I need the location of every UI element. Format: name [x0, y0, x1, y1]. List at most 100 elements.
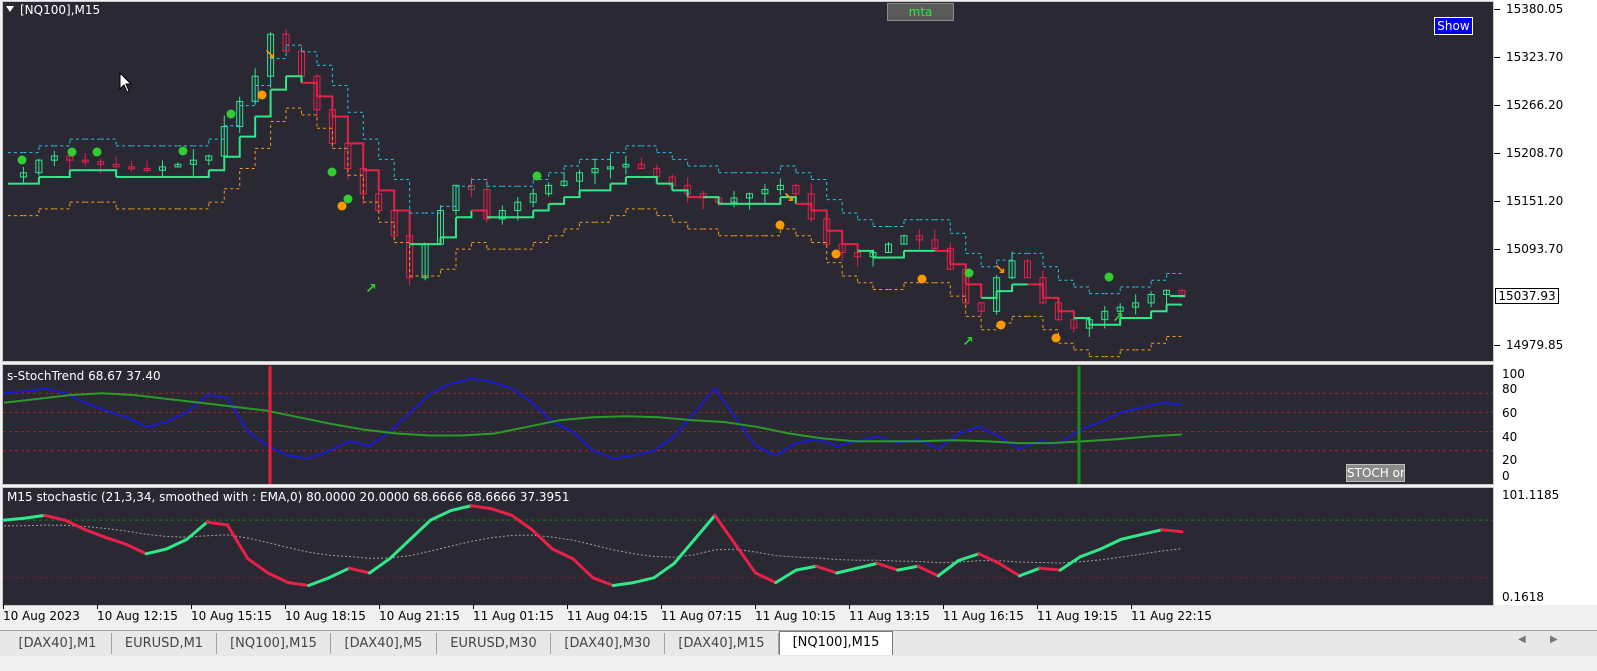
status-strip	[0, 656, 1597, 671]
time-label: 11 Aug 13:15	[849, 609, 930, 623]
lower-band-line	[780, 228, 797, 236]
m15-stoch-segment	[814, 564, 839, 575]
m15-stoch-segment	[875, 561, 900, 572]
chart-drawing: ↘ ↗ ↘ ↘ ↗ ↗	[2, 28, 1493, 587]
m15-stoch-segment	[246, 557, 270, 575]
m15-stoch-segment	[550, 547, 575, 561]
m15-stoch-segment	[327, 566, 351, 580]
m15-stoch-segment	[429, 509, 453, 522]
upper-band-line	[888, 219, 905, 227]
m15-stoch-segment	[63, 518, 87, 532]
trend-line	[301, 81, 318, 97]
time-tick	[661, 605, 662, 609]
price-label: 15323.70	[1506, 50, 1564, 64]
signal-dot-green	[964, 268, 974, 278]
stoch-on-button[interactable]: STOCH on	[1346, 464, 1405, 482]
m15-stoch-segment	[611, 581, 636, 587]
tab-eurusd-m1[interactable]: EURUSD,M1	[112, 633, 217, 654]
lower-band-line	[455, 242, 472, 250]
lower-band-line	[363, 201, 380, 223]
trend-line	[641, 175, 658, 184]
m15-stoch-segment	[368, 557, 392, 575]
m15-stoch-segment	[1018, 566, 1042, 578]
upper-band-line	[1104, 286, 1121, 295]
tab-dax40-m1[interactable]: [DAX40],M1	[4, 633, 112, 654]
m15-stoch-segment	[774, 568, 798, 585]
lower-band-line	[378, 221, 395, 243]
upper-band-line	[100, 138, 117, 146]
lower-band-line	[517, 242, 534, 250]
trend-line	[347, 142, 365, 171]
trend-line	[316, 95, 334, 117]
upper-band-line	[780, 165, 797, 173]
m15-stoch-segment	[124, 542, 148, 556]
lower-band-line	[965, 315, 982, 330]
price-label: 15380.05	[1506, 2, 1564, 16]
collapse-arrow-icon[interactable]	[6, 6, 14, 12]
show-button[interactable]: Show	[1434, 17, 1473, 35]
time-label: 11 Aug 01:15	[473, 609, 554, 623]
upper-band-line	[950, 232, 967, 254]
m15-stoch-segment	[1139, 528, 1164, 537]
lower-band-line	[857, 282, 874, 290]
stoch-trend-title: s-StochTrend 68.67 37.40	[7, 369, 161, 383]
m15-stoch-segment	[510, 513, 534, 532]
upper-band-line	[610, 145, 627, 154]
lower-band-line	[950, 295, 967, 317]
m15-stoch-segment	[896, 564, 920, 572]
trend-line	[981, 291, 998, 299]
trend-line	[517, 210, 535, 219]
lower-band-line	[1151, 336, 1168, 344]
tab-nq100-m15-first[interactable]: [NQ100],M15	[217, 633, 331, 654]
upper-band-line	[1027, 252, 1044, 267]
time-label: 11 Aug 16:15	[943, 609, 1024, 623]
tab-dax40-m5[interactable]: [DAX40],M5	[331, 633, 437, 654]
tab-dax40-m30[interactable]: [DAX40],M30	[551, 633, 665, 654]
m15-stoch-segment	[571, 557, 595, 580]
signal-arrow-icon: ↘	[783, 190, 795, 206]
time-label: 10 Aug 18:15	[285, 609, 366, 623]
upper-band-line	[316, 64, 333, 86]
upper-band-line	[564, 159, 581, 167]
trend-line	[564, 190, 581, 199]
tab-eurusd-m30[interactable]: EURUSD,M30	[437, 633, 551, 654]
trend-line	[548, 197, 566, 205]
price-label: 15208.70	[1506, 146, 1564, 160]
trend-line	[471, 209, 488, 218]
trend-line	[1073, 317, 1091, 325]
lower-band-line	[224, 168, 241, 190]
symbol-title: [NQ100],M15	[20, 3, 101, 17]
stoch-trend-line	[3, 392, 1183, 445]
lower-band-line	[239, 148, 256, 170]
mta-button[interactable]: mta	[887, 3, 954, 21]
tab-nq100-m15-active[interactable]: [NQ100],M15	[779, 631, 893, 655]
m15-stoch-segment	[1078, 547, 1103, 559]
tab-scroll-right-icon[interactable]: ▶	[1550, 634, 1558, 645]
lower-band-line	[934, 282, 951, 297]
upper-band-line	[1135, 280, 1152, 288]
tab-scroll-left-icon[interactable]: ◀	[1518, 634, 1526, 645]
lower-band-line	[471, 241, 488, 250]
m15-stoch-segment	[591, 576, 615, 587]
m15-stoch-segment	[104, 535, 128, 546]
m15-stoch-segment	[672, 537, 697, 565]
lower-band-line	[641, 208, 658, 216]
time-label: 10 Aug 12:15	[97, 609, 178, 623]
trend-line	[934, 249, 952, 265]
lower-band-line	[23, 208, 40, 217]
lower-band-line	[1058, 342, 1075, 350]
upper-band-line	[394, 178, 411, 214]
trend-line	[332, 115, 349, 144]
upper-band-line	[672, 158, 689, 167]
m15-stochastic-title: M15 stochastic (21,3,34, smoothed with :…	[7, 490, 570, 504]
time-tick	[943, 605, 944, 609]
m15-stoch-segment	[632, 576, 656, 585]
time-tick	[3, 605, 4, 609]
upper-band-line	[795, 172, 812, 180]
tab-dax40-m15[interactable]: [DAX40],M15	[665, 633, 779, 654]
signal-dot-green	[1104, 272, 1114, 282]
price-label: 14979.85	[1506, 338, 1564, 352]
time-tick	[473, 605, 474, 609]
m15-stoch-segment	[693, 513, 717, 541]
lower-band-line	[286, 107, 302, 115]
